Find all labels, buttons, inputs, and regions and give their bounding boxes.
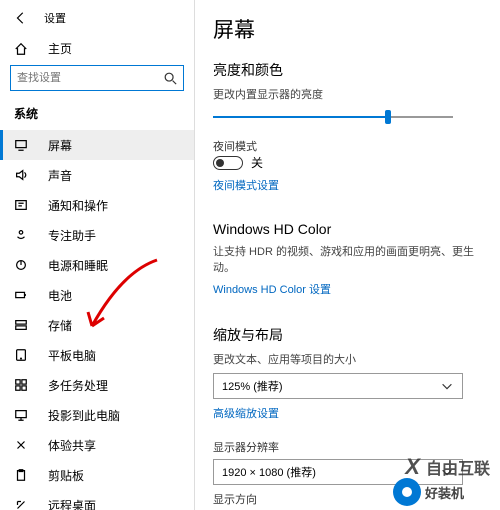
sidebar-item-label: 多任务处理 [48, 377, 108, 394]
home-icon [14, 42, 28, 56]
scale-select[interactable]: 125% (推荐) [213, 373, 463, 399]
search-input[interactable] [17, 72, 157, 84]
scale-value: 125% (推荐) [222, 378, 283, 394]
hdcolor-group: Windows HD Color 让支持 HDR 的视频、游戏和应用的画面更明亮… [213, 221, 482, 311]
night-state: 关 [251, 154, 263, 171]
sidebar-item-label: 专注助手 [48, 227, 96, 244]
sidebar-item-label: 投影到此电脑 [48, 407, 120, 424]
sidebar-item-display[interactable]: 屏幕 [0, 130, 194, 160]
power-icon [14, 258, 28, 272]
focus-icon [14, 228, 28, 242]
sidebar-item-label: 通知和操作 [48, 197, 108, 214]
sidebar-item-storage[interactable]: 存储 [0, 310, 194, 340]
hj-logo-icon [393, 478, 421, 506]
display-icon [14, 138, 28, 152]
night-toggle[interactable] [213, 156, 243, 170]
sidebar-item-tablet[interactable]: 平板电脑 [0, 340, 194, 370]
home-row[interactable]: 主页 [0, 34, 194, 65]
toggle-knob [216, 159, 224, 167]
sidebar-item-label: 电池 [48, 287, 72, 304]
sidebar-nav: 屏幕声音通知和操作专注助手电源和睡眠电池存储平板电脑多任务处理投影到此电脑体验共… [0, 130, 194, 510]
watermark-x-icon: X [405, 454, 420, 480]
watermark-text: 自由互联 [426, 455, 490, 479]
resolution-label: 显示器分辨率 [213, 439, 482, 455]
scale-desc: 更改文本、应用等项目的大小 [213, 351, 482, 367]
brightness-heading: 亮度和颜色 [213, 60, 482, 80]
night-toggle-row: 关 [213, 154, 482, 171]
sidebar-item-label: 存储 [48, 317, 72, 334]
hj-logo-text: 好装机 [425, 483, 464, 502]
sidebar-item-label: 远程桌面 [48, 497, 96, 510]
scale-heading: 缩放与布局 [213, 325, 482, 345]
sidebar-item-focus[interactable]: 专注助手 [0, 220, 194, 250]
sidebar-item-label: 体验共享 [48, 437, 96, 454]
search-wrap [0, 65, 194, 101]
main-content: 屏幕 亮度和颜色 更改内置显示器的亮度 夜间模式 关 夜间模式设置 Window… [195, 0, 500, 510]
sidebar-item-label: 平板电脑 [48, 347, 96, 364]
sidebar-section-title: 系统 [0, 101, 194, 130]
settings-label: 设置 [44, 10, 66, 26]
sidebar-item-label: 声音 [48, 167, 72, 184]
sidebar-item-notify[interactable]: 通知和操作 [0, 190, 194, 220]
watermark: X 自由互联 [405, 454, 490, 480]
hdcolor-heading: Windows HD Color [213, 221, 482, 237]
night-label: 夜间模式 [213, 138, 482, 154]
brightness-group: 亮度和颜色 更改内置显示器的亮度 夜间模式 关 夜间模式设置 [213, 60, 482, 207]
sidebar-item-power[interactable]: 电源和睡眠 [0, 250, 194, 280]
resolution-value: 1920 × 1080 (推荐) [222, 464, 316, 480]
sidebar-item-battery[interactable]: 电池 [0, 280, 194, 310]
sidebar: 设置 主页 系统 屏幕声音通知和操作专注助手电源和睡眠电池存储平板电脑多任务处理… [0, 0, 195, 510]
slider-fill [213, 116, 388, 118]
hdcolor-link[interactable]: Windows HD Color 设置 [213, 281, 331, 297]
sidebar-item-project[interactable]: 投影到此电脑 [0, 400, 194, 430]
back-row[interactable]: 设置 [0, 6, 194, 34]
share-icon [14, 438, 28, 452]
chevron-down-icon [440, 379, 454, 393]
advanced-scale-link[interactable]: 高级缩放设置 [213, 405, 279, 421]
sidebar-item-label: 剪贴板 [48, 467, 84, 484]
sidebar-item-remote[interactable]: 远程桌面 [0, 490, 194, 510]
search-icon [163, 71, 177, 85]
settings-window: 设置 主页 系统 屏幕声音通知和操作专注助手电源和睡眠电池存储平板电脑多任务处理… [0, 0, 500, 510]
brightness-desc: 更改内置显示器的亮度 [213, 86, 482, 102]
brightness-slider[interactable] [213, 108, 482, 126]
sidebar-item-share[interactable]: 体验共享 [0, 430, 194, 460]
page-title: 屏幕 [213, 14, 482, 44]
multitask-icon [14, 378, 28, 392]
slider-track [213, 116, 453, 118]
sidebar-item-multitask[interactable]: 多任务处理 [0, 370, 194, 400]
sidebar-item-label: 电源和睡眠 [48, 257, 108, 274]
home-label: 主页 [48, 40, 72, 57]
sidebar-item-sound[interactable]: 声音 [0, 160, 194, 190]
search-box[interactable] [10, 65, 184, 91]
remote-icon [14, 498, 28, 510]
notify-icon [14, 198, 28, 212]
sidebar-item-clipboard[interactable]: 剪贴板 [0, 460, 194, 490]
back-icon [14, 11, 28, 25]
tablet-icon [14, 348, 28, 362]
storage-icon [14, 318, 28, 332]
night-settings-link[interactable]: 夜间模式设置 [213, 177, 279, 193]
hj-logo: 好装机 [393, 478, 464, 506]
hdcolor-desc: 让支持 HDR 的视频、游戏和应用的画面更明亮、更生动。 [213, 243, 482, 275]
clipboard-icon [14, 468, 28, 482]
project-icon [14, 408, 28, 422]
sidebar-item-label: 屏幕 [48, 137, 72, 154]
slider-thumb[interactable] [385, 110, 391, 124]
sound-icon [14, 168, 28, 182]
battery-icon [14, 288, 28, 302]
